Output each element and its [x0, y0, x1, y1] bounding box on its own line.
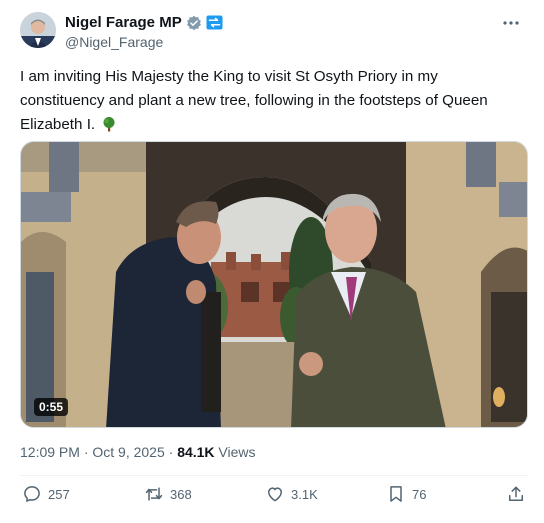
like-count: 3.1K — [291, 486, 318, 502]
avatar[interactable] — [20, 12, 56, 48]
video-duration: 0:55 — [34, 398, 69, 416]
tweet-body: I am inviting His Majesty the King to vi… — [20, 68, 488, 133]
repost-count: 368 — [170, 486, 192, 502]
linked-account-badge-icon[interactable] — [206, 15, 223, 30]
tweet-header: Nigel Farage MP @Nigel_Farage — [20, 12, 530, 56]
video-player[interactable]: 0:55 — [20, 141, 528, 428]
author-handle[interactable]: @Nigel_Farage — [65, 34, 163, 50]
action-bar: 257 368 3.1K 76 — [22, 484, 528, 508]
bookmark-count: 76 — [412, 486, 427, 502]
divider — [20, 475, 528, 476]
repost-icon — [145, 487, 163, 501]
repost-button[interactable]: 368 — [144, 484, 192, 504]
share-button[interactable] — [506, 484, 526, 504]
more-options-icon[interactable] — [500, 12, 522, 34]
share-icon — [509, 486, 523, 501]
reply-count: 257 — [48, 486, 70, 502]
tree-icon — [103, 117, 115, 132]
reply-icon — [24, 486, 40, 502]
bookmark-icon — [390, 486, 402, 502]
heart-icon — [268, 487, 282, 502]
bookmark-button[interactable]: 76 — [386, 484, 426, 504]
tweet-timestamp[interactable]: 12:09 PM · Oct 9, 2025 · — [20, 444, 177, 460]
views-count[interactable]: 84.1K — [177, 444, 214, 460]
video-thumbnail — [21, 142, 527, 427]
views-label: Views — [214, 444, 256, 460]
grey-verified-badge-icon[interactable] — [186, 15, 202, 31]
like-button[interactable]: 3.1K — [265, 484, 318, 504]
avatar-image — [20, 12, 56, 48]
reply-button[interactable]: 257 — [22, 484, 70, 504]
tweet-meta: 12:09 PM · Oct 9, 2025 · 84.1K Views — [20, 444, 256, 460]
tweet-text: I am inviting His Majesty the King to vi… — [20, 65, 520, 137]
author-display-name[interactable]: Nigel Farage MP — [65, 14, 182, 31]
